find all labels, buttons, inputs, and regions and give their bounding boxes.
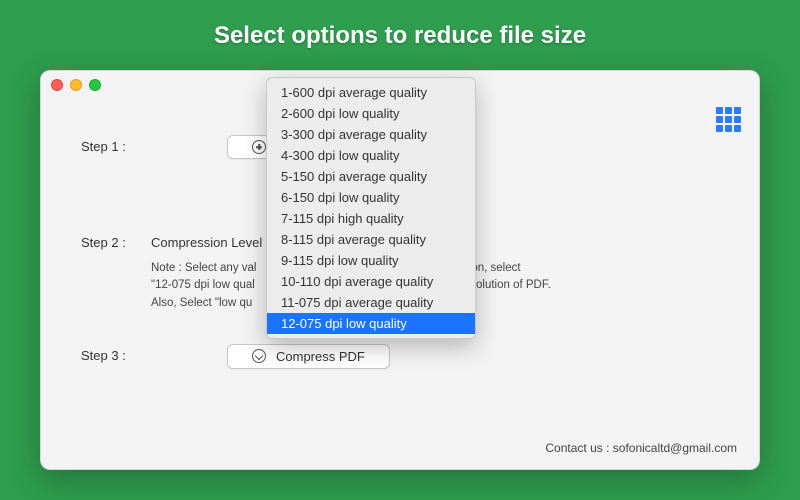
compress-pdf-button[interactable]: Compress PDF bbox=[227, 344, 390, 369]
dropdown-option[interactable]: 10-110 dpi average quality bbox=[267, 271, 475, 292]
compression-level-dropdown[interactable]: 1-600 dpi average quality2-600 dpi low q… bbox=[266, 77, 476, 339]
step-2-label: Step 2 : bbox=[81, 231, 151, 250]
plus-icon bbox=[252, 140, 266, 154]
step-3-row: Step 3 : Compress PDF bbox=[81, 344, 719, 369]
download-icon bbox=[252, 349, 266, 363]
dropdown-option[interactable]: 5-150 dpi average quality bbox=[267, 166, 475, 187]
dropdown-option[interactable]: 2-600 dpi low quality bbox=[267, 103, 475, 124]
compression-level-label: Compression Level bbox=[151, 231, 262, 250]
close-icon[interactable] bbox=[51, 79, 63, 91]
dropdown-option[interactable]: 3-300 dpi average quality bbox=[267, 124, 475, 145]
dropdown-option[interactable]: 7-115 dpi high quality bbox=[267, 208, 475, 229]
contact-line: Contact us : sofonicaltd@gmail.com bbox=[545, 441, 737, 455]
dropdown-option[interactable]: 12-075 dpi low quality bbox=[267, 313, 475, 334]
contact-email: sofonicaltd@gmail.com bbox=[613, 441, 737, 455]
page-headline: Select options to reduce file size bbox=[0, 0, 800, 50]
dropdown-option[interactable]: 11-075 dpi average quality bbox=[267, 292, 475, 313]
dropdown-option[interactable]: 6-150 dpi low quality bbox=[267, 187, 475, 208]
dropdown-option[interactable]: 1-600 dpi average quality bbox=[267, 82, 475, 103]
step-3-label: Step 3 : bbox=[81, 344, 151, 363]
app-window: Step 1 : Step 2 : Compression Level Note… bbox=[40, 70, 760, 470]
step-1-label: Step 1 : bbox=[81, 135, 151, 154]
dropdown-option[interactable]: 8-115 dpi average quality bbox=[267, 229, 475, 250]
dropdown-option[interactable]: 9-115 dpi low quality bbox=[267, 250, 475, 271]
compress-pdf-label: Compress PDF bbox=[276, 349, 365, 364]
zoom-icon[interactable] bbox=[89, 79, 101, 91]
minimize-icon[interactable] bbox=[70, 79, 82, 91]
dropdown-option[interactable]: 4-300 dpi low quality bbox=[267, 145, 475, 166]
apps-grid-icon[interactable] bbox=[716, 107, 741, 132]
